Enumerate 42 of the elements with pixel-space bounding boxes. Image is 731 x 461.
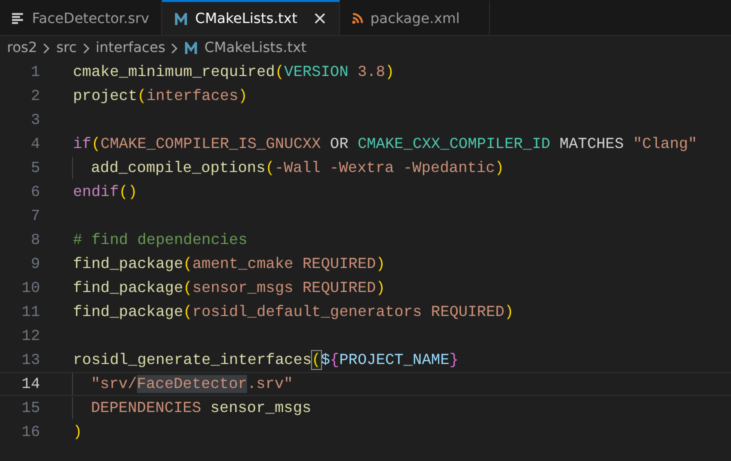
code-line: rosidl_generate_interfaces(${PROJECT_NAME} (73, 351, 459, 369)
breadcrumb-item[interactable]: CMakeLists.txt (204, 40, 307, 56)
line-number: 2 (30, 87, 40, 105)
breadcrumb-item[interactable]: ros2 (7, 40, 38, 56)
code-line: cmake_minimum_required(VERSION 3.8) (73, 63, 394, 81)
line-number: 5 (30, 159, 40, 177)
line-number: 15 (20, 399, 40, 417)
close-icon[interactable]: × (312, 8, 328, 29)
line-number: 7 (30, 207, 40, 225)
code-line: find_package(ament_cmake REQUIRED) (73, 255, 386, 273)
line-number: 6 (30, 183, 40, 201)
chevron-icon (171, 42, 178, 54)
code-line: "srv/FaceDetector.srv" (90, 375, 293, 393)
rss-icon (352, 13, 364, 24)
breadcrumb-item[interactable]: interfaces (96, 40, 166, 56)
line-number: 3 (30, 111, 40, 129)
code-line: project(interfaces) (73, 87, 248, 105)
lines-icon (12, 13, 25, 24)
line-number: 12 (20, 327, 40, 345)
code-line: find_package(sensor_msgs REQUIRED) (73, 279, 386, 297)
line-number: 8 (30, 231, 40, 249)
line-number: 4 (30, 135, 40, 153)
m-icon (184, 42, 198, 54)
line-number: 16 (20, 423, 40, 441)
code-line: endif() (73, 183, 138, 201)
code-line: add_compile_options(-Wall -Wextra -Wpedantic) (90, 159, 504, 177)
m-icon (174, 12, 188, 24)
code-line: # find dependencies (73, 231, 248, 249)
breadcrumb-item[interactable]: src (56, 40, 77, 56)
code-line: DEPENDENCIES sensor_msgs (90, 399, 312, 417)
chevron-icon (82, 42, 90, 54)
editor-tab[interactable]: CMakeLists.txt × (162, 0, 340, 35)
code-line: find_package(rosidl_default_generators REQUIRED) (73, 303, 514, 321)
line-number: 1 (30, 63, 40, 81)
code-line: ) (73, 423, 82, 441)
chevron-icon (43, 42, 50, 54)
line-number: 13 (20, 351, 40, 369)
line-number: 9 (30, 255, 40, 273)
line-number: 14 (20, 375, 40, 393)
line-number: 10 (20, 279, 40, 297)
line-number: 11 (20, 303, 40, 321)
code-line: if(CMAKE_COMPILER_IS_GNUCXX OR CMAKE_CXX_COMPILER_ID MATCHES "Clang" (73, 135, 698, 153)
